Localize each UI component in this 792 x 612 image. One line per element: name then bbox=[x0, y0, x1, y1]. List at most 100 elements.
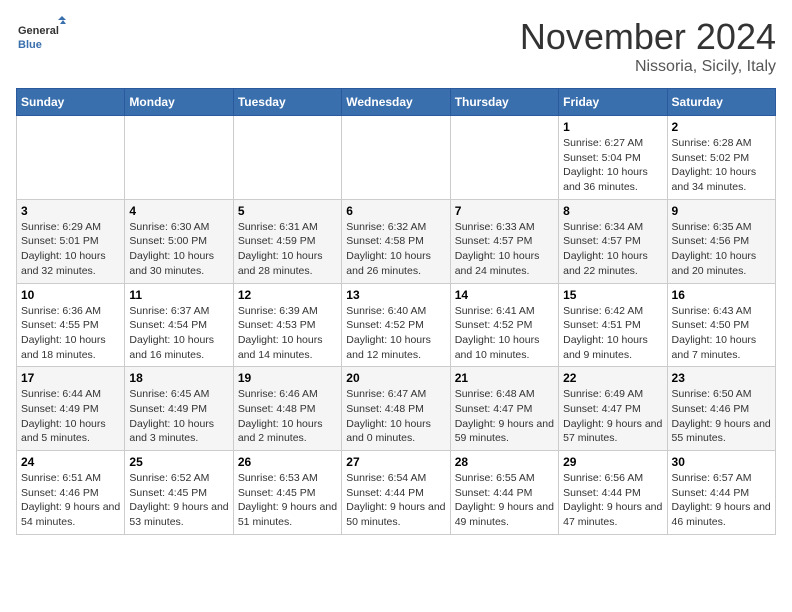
calendar-cell: 15 Sunrise: 6:42 AMSunset: 4:51 PMDayligh… bbox=[559, 283, 667, 367]
calendar-cell: 6 Sunrise: 6:32 AMSunset: 4:58 PMDaylight… bbox=[342, 199, 450, 283]
day-info: Sunrise: 6:31 AMSunset: 4:59 PMDaylight:… bbox=[238, 220, 337, 279]
calendar-cell: 20 Sunrise: 6:47 AMSunset: 4:48 PMDayligh… bbox=[342, 367, 450, 451]
week-row-1: 1 Sunrise: 6:27 AMSunset: 5:04 PMDaylight… bbox=[17, 116, 776, 200]
day-info: Sunrise: 6:42 AMSunset: 4:51 PMDaylight:… bbox=[563, 304, 662, 363]
day-number: 3 bbox=[21, 204, 120, 218]
logo-svg: General Blue bbox=[16, 16, 66, 56]
calendar-cell: 25 Sunrise: 6:52 AMSunset: 4:45 PMDayligh… bbox=[125, 451, 233, 535]
calendar-cell: 12Sunrise: 6:39 AMSunset: 4:53 PMDayligh… bbox=[233, 283, 341, 367]
day-info: Sunrise: 6:51 AMSunset: 4:46 PMDaylight:… bbox=[21, 471, 120, 530]
day-info: Sunrise: 6:49 AMSunset: 4:47 PMDaylight:… bbox=[563, 387, 662, 446]
day-info: Sunrise: 6:35 AMSunset: 4:56 PMDaylight:… bbox=[672, 220, 771, 279]
day-number: 7 bbox=[455, 204, 554, 218]
day-number: 23 bbox=[672, 371, 771, 385]
day-info: Sunrise: 6:43 AMSunset: 4:50 PMDaylight:… bbox=[672, 304, 771, 363]
day-number: 11 bbox=[129, 288, 228, 302]
day-number: 26 bbox=[238, 455, 337, 469]
calendar-cell: 14Sunrise: 6:41 AMSunset: 4:52 PMDayligh… bbox=[450, 283, 558, 367]
calendar-cell: 5 Sunrise: 6:31 AMSunset: 4:59 PMDaylight… bbox=[233, 199, 341, 283]
day-info: Sunrise: 6:32 AMSunset: 4:58 PMDaylight:… bbox=[346, 220, 445, 279]
day-number: 20 bbox=[346, 371, 445, 385]
day-info: Sunrise: 6:44 AMSunset: 4:49 PMDaylight:… bbox=[21, 387, 120, 446]
day-info: Sunrise: 6:37 AMSunset: 4:54 PMDaylight:… bbox=[129, 304, 228, 363]
svg-text:Blue: Blue bbox=[18, 39, 42, 51]
day-info: Sunrise: 6:55 AMSunset: 4:44 PMDaylight:… bbox=[455, 471, 554, 530]
calendar-cell: 30 Sunrise: 6:57 AMSunset: 4:44 PMDayligh… bbox=[667, 451, 775, 535]
calendar-table: SundayMondayTuesdayWednesdayThursdayFrid… bbox=[16, 88, 776, 535]
calendar-cell bbox=[233, 116, 341, 200]
calendar-cell: 26Sunrise: 6:53 AMSunset: 4:45 PMDayligh… bbox=[233, 451, 341, 535]
calendar-cell: 4 Sunrise: 6:30 AMSunset: 5:00 PMDaylight… bbox=[125, 199, 233, 283]
month-title: November 2024 bbox=[520, 16, 776, 58]
day-info: Sunrise: 6:33 AMSunset: 4:57 PMDaylight:… bbox=[455, 220, 554, 279]
calendar-cell bbox=[342, 116, 450, 200]
day-info: Sunrise: 6:40 AMSunset: 4:52 PMDaylight:… bbox=[346, 304, 445, 363]
day-info: Sunrise: 6:54 AMSunset: 4:44 PMDaylight:… bbox=[346, 471, 445, 530]
weekday-header-wednesday: Wednesday bbox=[342, 89, 450, 116]
calendar-cell: 13 Sunrise: 6:40 AMSunset: 4:52 PMDayligh… bbox=[342, 283, 450, 367]
calendar-cell: 9Sunrise: 6:35 AMSunset: 4:56 PMDaylight… bbox=[667, 199, 775, 283]
weekday-header-sunday: Sunday bbox=[17, 89, 125, 116]
day-info: Sunrise: 6:28 AMSunset: 5:02 PMDaylight:… bbox=[672, 136, 771, 195]
day-info: Sunrise: 6:56 AMSunset: 4:44 PMDaylight:… bbox=[563, 471, 662, 530]
day-number: 25 bbox=[129, 455, 228, 469]
day-number: 14 bbox=[455, 288, 554, 302]
day-info: Sunrise: 6:50 AMSunset: 4:46 PMDaylight:… bbox=[672, 387, 771, 446]
calendar-cell: 11 Sunrise: 6:37 AMSunset: 4:54 PMDayligh… bbox=[125, 283, 233, 367]
calendar-cell: 10Sunrise: 6:36 AMSunset: 4:55 PMDayligh… bbox=[17, 283, 125, 367]
day-info: Sunrise: 6:29 AMSunset: 5:01 PMDaylight:… bbox=[21, 220, 120, 279]
day-number: 5 bbox=[238, 204, 337, 218]
logo: General Blue bbox=[16, 16, 66, 56]
day-number: 18 bbox=[129, 371, 228, 385]
day-number: 28 bbox=[455, 455, 554, 469]
weekday-header-tuesday: Tuesday bbox=[233, 89, 341, 116]
day-number: 19 bbox=[238, 371, 337, 385]
calendar-cell: 2Sunrise: 6:28 AMSunset: 5:02 PMDaylight… bbox=[667, 116, 775, 200]
calendar-cell bbox=[17, 116, 125, 200]
weekday-header-friday: Friday bbox=[559, 89, 667, 116]
title-area: November 2024 Nissoria, Sicily, Italy bbox=[520, 16, 776, 76]
day-number: 13 bbox=[346, 288, 445, 302]
calendar-cell: 21 Sunrise: 6:48 AMSunset: 4:47 PMDayligh… bbox=[450, 367, 558, 451]
calendar-cell: 1 Sunrise: 6:27 AMSunset: 5:04 PMDaylight… bbox=[559, 116, 667, 200]
day-info: Sunrise: 6:47 AMSunset: 4:48 PMDaylight:… bbox=[346, 387, 445, 446]
day-number: 30 bbox=[672, 455, 771, 469]
day-info: Sunrise: 6:34 AMSunset: 4:57 PMDaylight:… bbox=[563, 220, 662, 279]
page-header: General Blue November 2024 Nissoria, Sic… bbox=[16, 16, 776, 76]
day-info: Sunrise: 6:45 AMSunset: 4:49 PMDaylight:… bbox=[129, 387, 228, 446]
calendar-cell: 23 Sunrise: 6:50 AMSunset: 4:46 PMDayligh… bbox=[667, 367, 775, 451]
week-row-2: 3 Sunrise: 6:29 AMSunset: 5:01 PMDaylight… bbox=[17, 199, 776, 283]
calendar-cell: 8 Sunrise: 6:34 AMSunset: 4:57 PMDaylight… bbox=[559, 199, 667, 283]
day-number: 4 bbox=[129, 204, 228, 218]
location-subtitle: Nissoria, Sicily, Italy bbox=[520, 58, 776, 76]
weekday-header-row: SundayMondayTuesdayWednesdayThursdayFrid… bbox=[17, 89, 776, 116]
calendar-cell: 22 Sunrise: 6:49 AMSunset: 4:47 PMDayligh… bbox=[559, 367, 667, 451]
week-row-4: 17 Sunrise: 6:44 AMSunset: 4:49 PMDayligh… bbox=[17, 367, 776, 451]
day-info: Sunrise: 6:30 AMSunset: 5:00 PMDaylight:… bbox=[129, 220, 228, 279]
day-number: 1 bbox=[563, 120, 662, 134]
day-number: 17 bbox=[21, 371, 120, 385]
day-info: Sunrise: 6:57 AMSunset: 4:44 PMDaylight:… bbox=[672, 471, 771, 530]
weekday-header-thursday: Thursday bbox=[450, 89, 558, 116]
day-number: 15 bbox=[563, 288, 662, 302]
day-info: Sunrise: 6:27 AMSunset: 5:04 PMDaylight:… bbox=[563, 136, 662, 195]
day-number: 24 bbox=[21, 455, 120, 469]
week-row-5: 24 Sunrise: 6:51 AMSunset: 4:46 PMDayligh… bbox=[17, 451, 776, 535]
day-number: 6 bbox=[346, 204, 445, 218]
day-number: 16 bbox=[672, 288, 771, 302]
day-number: 27 bbox=[346, 455, 445, 469]
day-info: Sunrise: 6:36 AMSunset: 4:55 PMDaylight:… bbox=[21, 304, 120, 363]
calendar-cell: 7 Sunrise: 6:33 AMSunset: 4:57 PMDaylight… bbox=[450, 199, 558, 283]
weekday-header-saturday: Saturday bbox=[667, 89, 775, 116]
calendar-cell bbox=[450, 116, 558, 200]
svg-text:General: General bbox=[18, 25, 59, 37]
calendar-cell: 17 Sunrise: 6:44 AMSunset: 4:49 PMDayligh… bbox=[17, 367, 125, 451]
day-number: 8 bbox=[563, 204, 662, 218]
day-info: Sunrise: 6:48 AMSunset: 4:47 PMDaylight:… bbox=[455, 387, 554, 446]
day-info: Sunrise: 6:52 AMSunset: 4:45 PMDaylight:… bbox=[129, 471, 228, 530]
calendar-cell: 16 Sunrise: 6:43 AMSunset: 4:50 PMDayligh… bbox=[667, 283, 775, 367]
day-number: 22 bbox=[563, 371, 662, 385]
day-number: 21 bbox=[455, 371, 554, 385]
day-number: 29 bbox=[563, 455, 662, 469]
calendar-cell: 28 Sunrise: 6:55 AMSunset: 4:44 PMDayligh… bbox=[450, 451, 558, 535]
